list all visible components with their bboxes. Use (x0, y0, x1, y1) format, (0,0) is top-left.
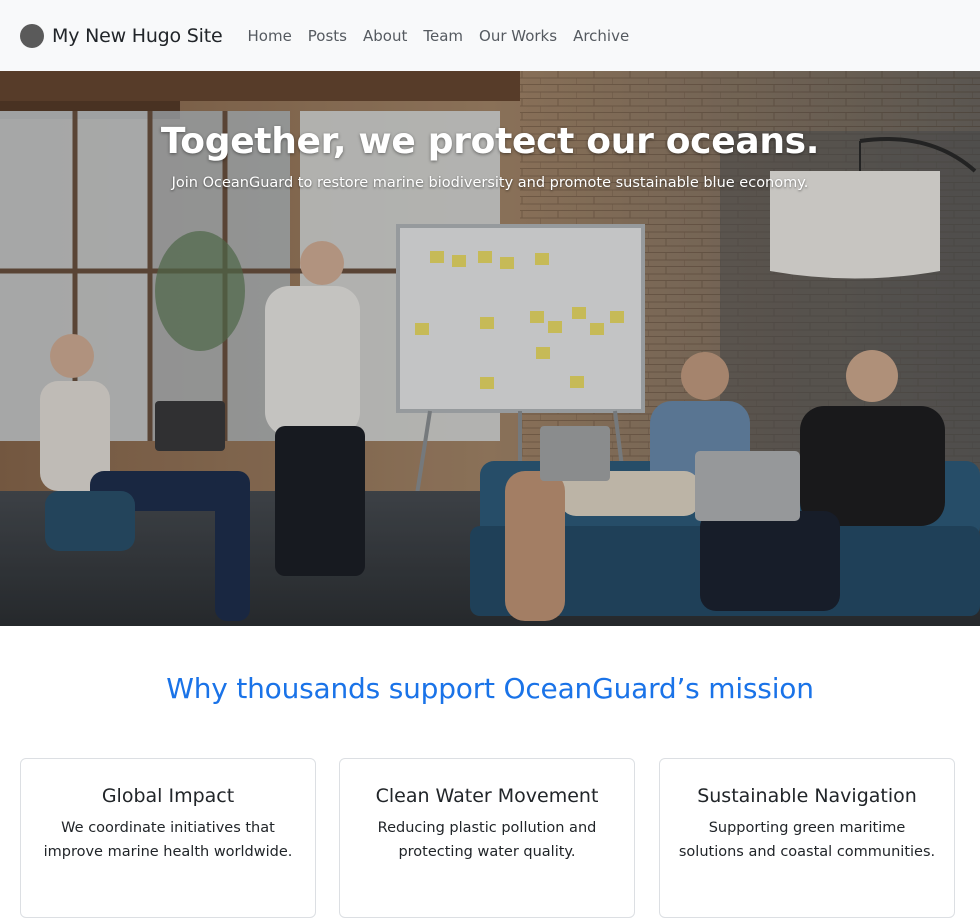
feature-card-clean-water: Clean Water Movement Reducing plastic po… (339, 758, 635, 918)
main-nav: Home Posts About Team Our Works Archive (240, 27, 638, 45)
hero-title: Together, we protect our oceans. (160, 121, 820, 162)
card-title: Global Impact (101, 785, 235, 807)
nav-link-home[interactable]: Home (240, 27, 300, 45)
card-title: Sustainable Navigation (697, 785, 917, 807)
card-text: We coordinate initiatives that improve m… (43, 820, 293, 860)
nav-link-posts[interactable]: Posts (300, 27, 355, 45)
hero-subtitle: Join OceanGuard to restore marine biodiv… (171, 175, 809, 191)
brand-link[interactable]: My New Hugo Site (20, 23, 223, 48)
nav-link-team[interactable]: Team (415, 27, 471, 45)
brand-name: My New Hugo Site (52, 24, 223, 47)
site-logo-icon (20, 23, 44, 48)
feature-card-sustainable-navigation: Sustainable Navigation Supporting green … (659, 758, 955, 918)
nav-link-archive[interactable]: Archive (565, 27, 637, 45)
mission-heading: Why thousands support OceanGuard’s missi… (166, 672, 814, 705)
nav-link-our-works[interactable]: Our Works (471, 27, 565, 45)
feature-card-global-impact: Global Impact We coordinate initiatives … (20, 758, 316, 918)
card-text: Supporting green maritime solutions and … (678, 820, 936, 860)
card-text: Reducing plastic pollution and protectin… (377, 820, 597, 860)
nav-link-about[interactable]: About (355, 27, 415, 45)
card-title: Clean Water Movement (375, 785, 599, 807)
hero-banner: Together, we protect our oceans. Join Oc… (0, 71, 980, 626)
top-navbar: My New Hugo Site Home Posts About Team O… (0, 0, 980, 71)
